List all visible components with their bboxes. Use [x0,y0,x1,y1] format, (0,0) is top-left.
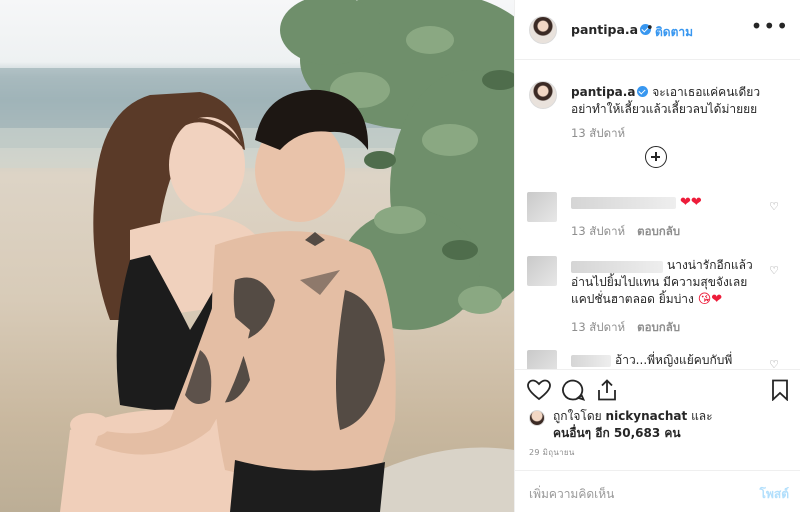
reply-button[interactable]: ตอบกลับ [637,320,680,334]
blurred-username [571,261,663,273]
add-comment-bar: เพิ่มความคิดเห็น โพสต์ [515,470,800,512]
share-upload-icon[interactable] [595,379,619,405]
post-comment-button[interactable]: โพสต์ [760,485,789,504]
comment-like-heart-icon[interactable]: ♡ [769,200,779,213]
caption-time: 13 สัปดาห์ [571,125,625,143]
caption-line-2: อย่าทำให้เลี้ยวแล้วเลี้ยวลบได้ม่ายยย [571,102,758,116]
comment-line-3-text: แคปชั่นฮาตลอด ยิ้มบ่าง [571,292,694,306]
reply-button[interactable]: ตอบกลับ [637,224,680,238]
post-date[interactable]: 29 มิถุนายน [529,446,575,459]
liker-username[interactable]: nickynachat [606,409,688,423]
comment-like-heart-icon[interactable]: ♡ [769,264,779,277]
blurred-username [571,355,611,367]
avatar[interactable] [529,16,557,44]
comment-text: ❤❤ [680,195,702,210]
comment-line-1: นางน่ารักอีกแล้ว [667,258,753,272]
caption-text: pantipa.a จะเอาเธอแค่คนเดียว อย่าทำให้เล… [571,84,786,118]
likes-prefix: ถูกใจโดย [553,409,602,423]
follow-button[interactable]: ติดตาม [655,23,693,42]
verified-badge-icon [637,86,649,97]
more-options-button[interactable]: ••• [751,16,789,36]
comment-input[interactable]: เพิ่มความคิดเห็น [529,485,614,504]
caption-line-1: จะเอาเธอแค่คนเดียว [652,85,761,99]
separator-dot: • [646,21,654,36]
caption-username[interactable]: pantipa.a [571,85,635,99]
caption-time-label[interactable]: 13 สัปดาห์ [571,126,625,140]
bookmark-icon[interactable] [771,379,789,405]
liker-avatar[interactable] [529,410,545,426]
comment-bubble-icon[interactable] [561,379,586,405]
beach-couple-photo [0,0,514,512]
blurred-username [571,197,676,209]
comment-meta: 13 สัปดาห์ ตอบกลับ [571,319,680,337]
post-sidebar: pantipa.a • ติดตาม ••• pantipa.a จะเอาเธ… [514,0,800,512]
username-link[interactable]: pantipa.a [571,22,652,37]
comment-avatar[interactable] [527,256,557,286]
comment-text: อ้าว...พี่หญิงแย้คบกับพี่ [615,353,733,367]
comment-like-heart-icon[interactable]: ♡ [769,358,779,369]
username-label[interactable]: pantipa.a [571,22,638,37]
comment-line-3: แคปชั่นฮาตลอด ยิ้มบ่าง 😘❤ [571,291,722,308]
likes-text: ถูกใจโดย nickynachat และ คนอื่นๆ อีก 50,… [553,408,713,442]
post-header: pantipa.a • ติดตาม ••• [515,0,800,60]
comment-line-2: อ่านไปยิ้มไปแทน มีความสุขจังเลย [571,275,748,289]
comment-meta: 13 สัปดาห์ ตอบกลับ [571,223,680,241]
likes-count-button[interactable]: คนอื่นๆ อีก 50,683 คน [553,426,681,440]
caption-avatar[interactable] [529,81,557,109]
likes-and: และ [691,409,713,423]
comment-time[interactable]: 13 สัปดาห์ [571,224,625,238]
comment-avatar[interactable] [527,350,557,369]
comment-avatar[interactable] [527,192,557,222]
comments-list[interactable]: pantipa.a จะเอาเธอแค่คนเดียว อย่าทำให้เล… [515,61,800,369]
comment-time[interactable]: 13 สัปดาห์ [571,320,625,334]
post-photo[interactable] [0,0,514,512]
like-heart-icon[interactable] [527,379,551,405]
load-more-comments-plus-circle-icon[interactable] [645,146,667,168]
action-bar [515,369,800,409]
emoji: 😘❤ [697,292,723,307]
